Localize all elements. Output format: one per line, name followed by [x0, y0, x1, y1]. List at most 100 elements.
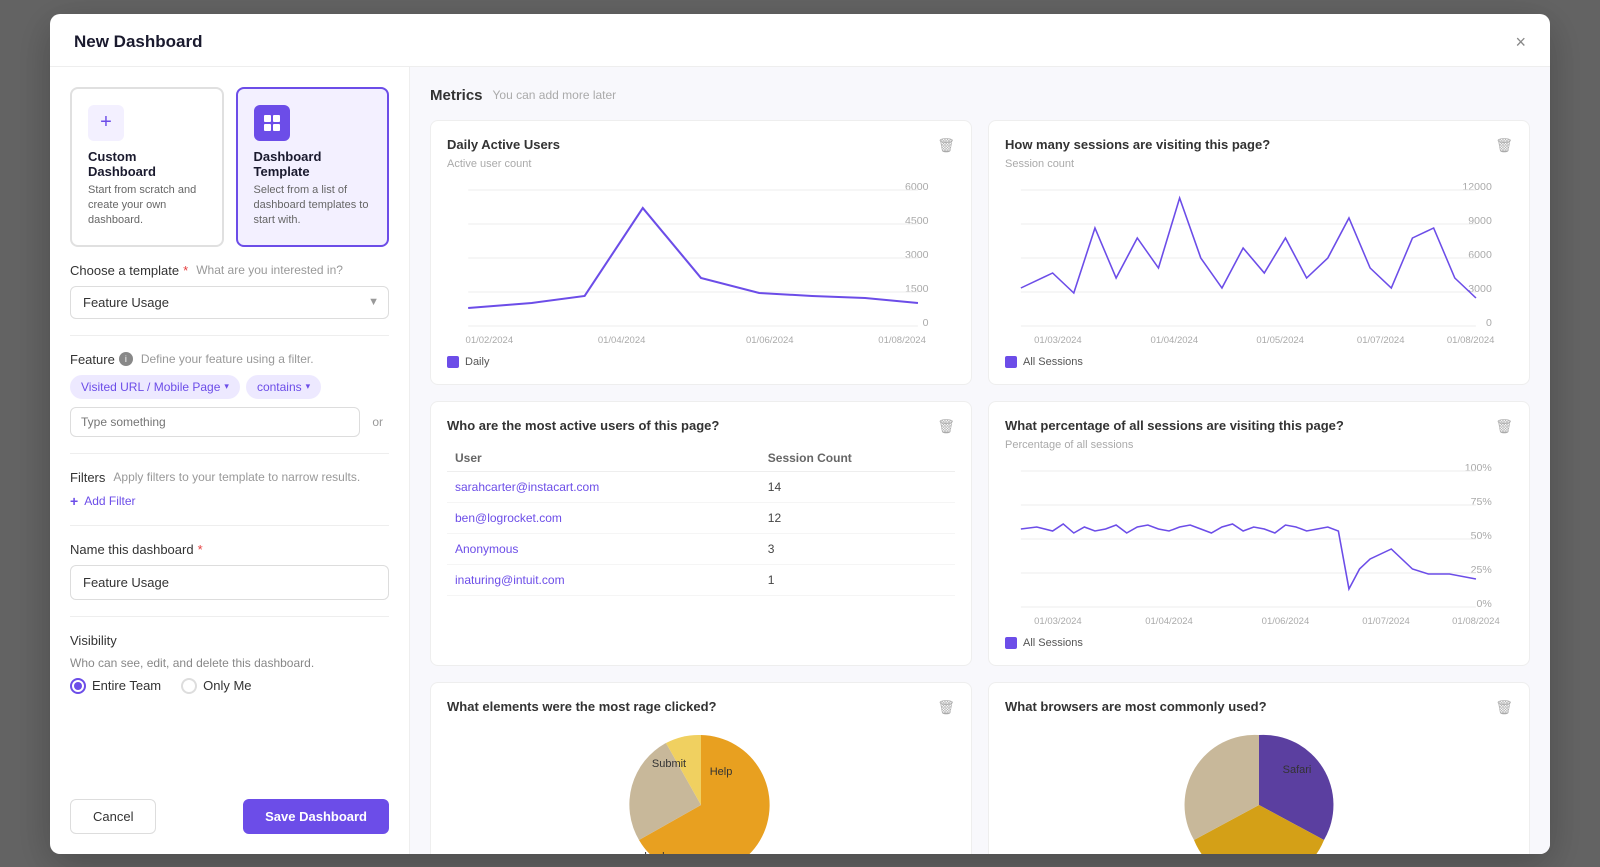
close-button[interactable]: ×: [1515, 33, 1526, 51]
chart-percentage-sessions: What percentage of all sessions are visi…: [988, 401, 1530, 666]
svg-text:01/05/2024: 01/05/2024: [1256, 335, 1304, 345]
modal-overlay: New Dashboard × + Custom Dashboard Start…: [0, 0, 1600, 867]
chart-header-1: Daily Active Users 🗑: [447, 137, 955, 154]
filter-tags: Visited URL / Mobile Page ▾ contains ▾: [70, 375, 389, 399]
visibility-desc: Who can see, edit, and delete this dashb…: [70, 656, 389, 670]
svg-text:3000: 3000: [905, 250, 929, 261]
svg-text:01/07/2024: 01/07/2024: [1362, 616, 1410, 626]
svg-text:01/08/2024: 01/08/2024: [878, 335, 926, 345]
svg-text:4500: 4500: [905, 216, 929, 227]
legend-check-1: [447, 356, 459, 368]
dashboard-template-icon: [254, 105, 290, 141]
save-dashboard-button[interactable]: Save Dashboard: [243, 799, 389, 834]
feature-label: Feature i Define your feature using a fi…: [70, 352, 389, 367]
add-filter-button[interactable]: + Add Filter: [70, 493, 389, 509]
pie-label-back: back: [644, 851, 668, 854]
delete-chart-5-button[interactable]: 🗑: [937, 699, 955, 716]
visibility-section: Visibility Who can see, edit, and delete…: [70, 633, 389, 694]
delete-chart-4-button[interactable]: 🗑: [1495, 418, 1513, 435]
visibility-label: Visibility: [70, 633, 389, 648]
left-panel: + Custom Dashboard Start from scratch an…: [50, 67, 410, 854]
divider-3: [70, 525, 389, 526]
template-select[interactable]: Feature Usage: [70, 286, 389, 319]
col-user: User: [447, 445, 760, 472]
right-panel: Metrics You can add more later Daily Act…: [410, 67, 1550, 854]
svg-text:01/06/2024: 01/06/2024: [1262, 616, 1310, 626]
delete-chart-3-button[interactable]: 🗑: [937, 418, 955, 435]
choose-template-section: Choose a template * What are you interes…: [70, 263, 389, 319]
chart-rage-clicked: What elements were the most rage clicked…: [430, 682, 972, 854]
user-link[interactable]: inaturing@intuit.com: [447, 564, 760, 595]
svg-text:01/08/2024: 01/08/2024: [1447, 335, 1495, 345]
chart-area-1: 6000 4500 3000 1500 0: [447, 178, 955, 348]
chart-title-2: How many sessions are visiting this page…: [1005, 137, 1270, 152]
chart-title-4: What percentage of all sessions are visi…: [1005, 418, 1344, 433]
chevron-down-icon: ▾: [306, 381, 311, 392]
pie-container-6: Safari: [1005, 720, 1513, 854]
chart-subtitle-2: Session count: [1005, 158, 1513, 170]
users-table-container: User Session Count sarahcarter@instacart…: [447, 445, 955, 596]
charts-grid: Daily Active Users 🗑 Active user count 6…: [430, 120, 1530, 854]
svg-text:9000: 9000: [1468, 216, 1492, 227]
svg-text:01/07/2024: 01/07/2024: [1357, 335, 1405, 345]
filter-tag-contains[interactable]: contains ▾: [246, 375, 321, 399]
dashboard-template-card[interactable]: Dashboard Template Select from a list of…: [236, 87, 390, 247]
active-users-table: User Session Count sarahcarter@instacart…: [447, 445, 955, 596]
filter-text-input[interactable]: [70, 407, 360, 437]
template-select-wrapper: Feature Usage ▼: [70, 286, 389, 319]
user-link[interactable]: Anonymous: [447, 533, 760, 564]
choose-template-label: Choose a template * What are you interes…: [70, 263, 389, 278]
svg-text:1500: 1500: [905, 284, 929, 295]
table-row: sarahcarter@instacart.com 14: [447, 471, 955, 502]
user-link[interactable]: sarahcarter@instacart.com: [447, 471, 760, 502]
svg-text:75%: 75%: [1471, 497, 1492, 508]
radio-circle-only-me: [181, 678, 197, 694]
radio-only-me[interactable]: Only Me: [181, 678, 251, 694]
dashboard-template-desc: Select from a list of dashboard template…: [254, 183, 372, 229]
custom-dashboard-card[interactable]: + Custom Dashboard Start from scratch an…: [70, 87, 224, 247]
pie-container-5: Help back Submit: [447, 720, 955, 854]
user-link[interactable]: ben@logrocket.com: [447, 502, 760, 533]
chart-header-3: Who are the most active users of this pa…: [447, 418, 955, 435]
delete-chart-2-button[interactable]: 🗑: [1495, 137, 1513, 154]
session-count: 3: [760, 533, 955, 564]
chart-subtitle-4: Percentage of all sessions: [1005, 439, 1513, 451]
chart-header-6: What browsers are most commonly used? 🗑: [1005, 699, 1513, 716]
chart-title-1: Daily Active Users: [447, 137, 560, 152]
info-icon[interactable]: i: [119, 352, 133, 366]
plus-icon: +: [70, 493, 78, 509]
radio-entire-team[interactable]: Entire Team: [70, 678, 161, 694]
pie-label-help: Help: [710, 766, 733, 778]
chart-browsers-used: What browsers are most commonly used? 🗑: [988, 682, 1530, 854]
divider-2: [70, 453, 389, 454]
filter-input-row: or: [70, 407, 389, 437]
chart-area-2: 12000 9000 6000 3000 0: [1005, 178, 1513, 348]
chart-title-6: What browsers are most commonly used?: [1005, 699, 1267, 714]
template-card-row: + Custom Dashboard Start from scratch an…: [70, 87, 389, 247]
delete-chart-6-button[interactable]: 🗑: [1495, 699, 1513, 716]
chart-subtitle-1: Active user count: [447, 158, 955, 170]
table-row: ben@logrocket.com 12: [447, 502, 955, 533]
cancel-button[interactable]: Cancel: [70, 799, 156, 834]
svg-text:01/02/2024: 01/02/2024: [466, 335, 514, 345]
delete-chart-1-button[interactable]: 🗑: [937, 137, 955, 154]
metrics-hint: You can add more later: [493, 88, 617, 102]
legend-check-2: [1005, 356, 1017, 368]
svg-text:01/04/2024: 01/04/2024: [1151, 335, 1199, 345]
dashboard-name-input[interactable]: [70, 565, 389, 600]
pie-label-safari: Safari: [1283, 764, 1312, 776]
filter-tag-url[interactable]: Visited URL / Mobile Page ▾: [70, 375, 240, 399]
or-label: or: [366, 415, 389, 429]
modal-title: New Dashboard: [74, 32, 202, 52]
svg-text:01/04/2024: 01/04/2024: [598, 335, 646, 345]
metrics-header: Metrics You can add more later: [430, 87, 1530, 104]
chart-header-5: What elements were the most rage clicked…: [447, 699, 955, 716]
svg-text:25%: 25%: [1471, 565, 1492, 576]
modal-header: New Dashboard ×: [50, 14, 1550, 67]
metrics-title: Metrics: [430, 87, 483, 104]
svg-text:01/03/2024: 01/03/2024: [1034, 616, 1082, 626]
divider-4: [70, 616, 389, 617]
svg-text:0%: 0%: [1477, 599, 1492, 610]
svg-text:6000: 6000: [1468, 250, 1492, 261]
dashboard-template-title: Dashboard Template: [254, 149, 372, 179]
